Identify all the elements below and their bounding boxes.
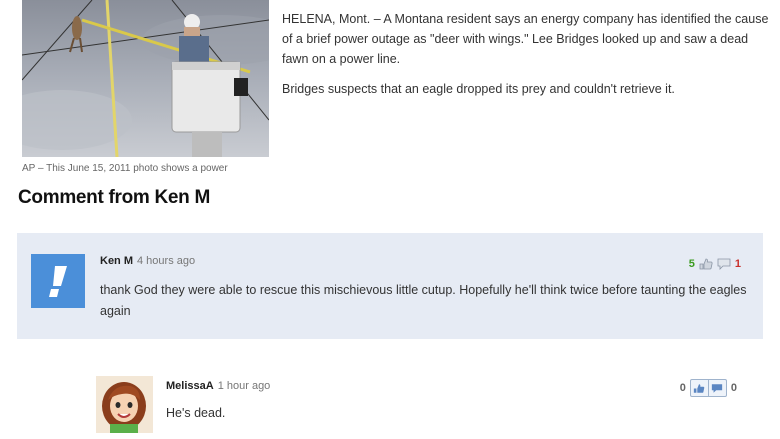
comment-meta: Ken M 4 hours ago [100, 255, 195, 267]
thumbs-up-icon[interactable] [699, 258, 713, 270]
thumbs-up-icon [694, 383, 705, 393]
comment-bubble-icon [712, 383, 723, 393]
article-body: HELENA, Mont. – A Montana resident says … [282, 9, 770, 109]
comment-text: thank God they were able to rescue this … [100, 283, 747, 318]
thumbs-down-button[interactable] [707, 380, 726, 396]
photo-caption: AP – This June 15, 2011 photo shows a po… [22, 163, 228, 174]
yahoo-exclamation-icon [49, 266, 67, 297]
reply-thumbs-up-count: 0 [679, 382, 686, 394]
reply-time: 1 hour ago [217, 380, 271, 392]
thumbs-down-count: 1 [734, 258, 741, 270]
comment: Ken M 4 hours ago 5 1 thank God they were… [17, 233, 763, 339]
section-title: Comment from Ken M [18, 187, 210, 208]
thumbs-up-count: 5 [688, 258, 695, 270]
cartoon-woman-avatar [96, 376, 153, 433]
avatar[interactable] [31, 254, 85, 308]
reply-text: He's dead. [166, 406, 226, 420]
article-photo[interactable] [22, 0, 269, 157]
thumbs-up-button[interactable] [691, 380, 708, 396]
comment-time: 4 hours ago [137, 255, 196, 267]
reply-thumbs-down-count: 0 [730, 382, 737, 394]
comment-votes: 5 1 [689, 258, 741, 270]
reply-votes: 0 0 [680, 379, 737, 397]
reply-meta: MelissaA 1 hour ago [166, 380, 270, 392]
article-paragraph-1: HELENA, Mont. – A Montana resident says … [282, 12, 769, 66]
reply-comment: MelissaA 1 hour ago 0 0 He's dead. [17, 356, 763, 439]
lineman-bucket-truck-image [22, 0, 269, 157]
reply-vote-buttons [689, 379, 727, 397]
avatar[interactable] [96, 376, 153, 433]
comment-author[interactable]: Ken M [100, 255, 133, 267]
article-paragraph-2: Bridges suspects that an eagle dropped i… [282, 82, 675, 96]
comment-bubble-icon[interactable] [717, 258, 731, 270]
reply-author[interactable]: MelissaA [166, 380, 214, 392]
